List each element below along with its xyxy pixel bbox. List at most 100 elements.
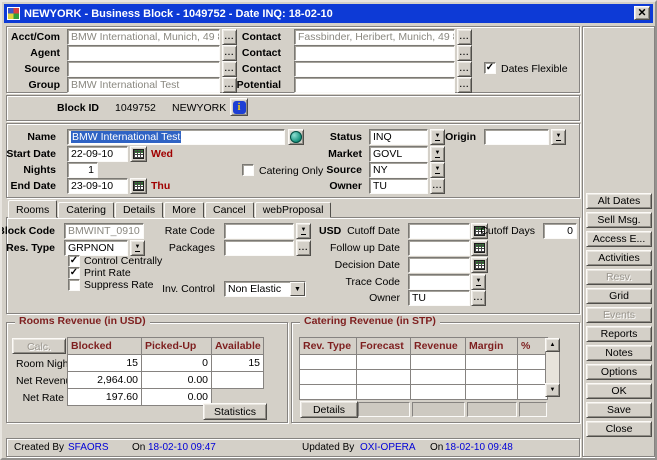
market-lov-button[interactable]: ▼: [430, 146, 445, 162]
decision-calendar-button[interactable]: [471, 257, 488, 273]
scroll-down-button[interactable]: ▼: [545, 383, 560, 397]
end-date-field[interactable]: 23-09-10: [67, 178, 128, 194]
updated-on-value: 18-02-10 09:48: [445, 440, 513, 456]
source-lookup-button[interactable]: ...: [222, 61, 237, 77]
trace-code-field[interactable]: [408, 274, 470, 290]
owner-lookup-button[interactable]: ...: [430, 178, 445, 194]
origin-lov-button[interactable]: ▼: [551, 129, 566, 145]
catering-only-checkbox[interactable]: [242, 164, 254, 176]
contact2-lookup-button[interactable]: ...: [457, 45, 472, 61]
cutoff-date-field[interactable]: [408, 223, 470, 239]
table-cell-empty: [465, 354, 518, 370]
reports-button[interactable]: Reports: [586, 326, 652, 342]
print-rate-checkbox[interactable]: ✓: [68, 267, 80, 279]
dropdown-icon: ▼: [556, 134, 562, 141]
table-cell: [211, 371, 264, 389]
suppress-rate-checkbox[interactable]: [68, 279, 80, 291]
close-window-button[interactable]: ✕: [634, 6, 650, 20]
group-lookup-button[interactable]: ...: [222, 77, 237, 93]
dropdown-icon: ▼: [301, 228, 307, 235]
status-lov-button[interactable]: ▼: [430, 129, 445, 145]
follow-up-calendar-button[interactable]: [471, 240, 488, 256]
contact1-lookup-button[interactable]: ...: [457, 29, 472, 45]
resort-value: NEWYORK: [172, 100, 226, 116]
resort-info-button[interactable]: i: [230, 98, 248, 116]
tab-rooms[interactable]: Rooms: [8, 200, 57, 218]
trace-code-lov-button[interactable]: ▼: [471, 274, 486, 290]
options-button[interactable]: Options: [586, 364, 652, 380]
alt-dates-button[interactable]: Alt Dates: [586, 193, 652, 209]
created-on-label: On: [132, 440, 145, 456]
close-button[interactable]: Close: [586, 421, 652, 437]
agent-field[interactable]: [67, 45, 220, 61]
follow-up-date-field[interactable]: [408, 240, 470, 256]
owner2-label: Owner: [369, 290, 400, 306]
notes-button[interactable]: Notes: [586, 345, 652, 361]
created-by-value: SFAORS: [68, 440, 109, 456]
acct-com-field[interactable]: BMW International, Munich, 49 8 215 6: [67, 29, 220, 45]
ok-button[interactable]: OK: [586, 383, 652, 399]
titlebar[interactable]: NEWYORK - Business Block - 1049752 - Dat…: [4, 4, 653, 23]
contact3-field[interactable]: [294, 61, 455, 77]
agent-lookup-button[interactable]: ...: [222, 45, 237, 61]
control-centrally-checkbox[interactable]: ✓: [68, 255, 80, 267]
owner2-lookup-button[interactable]: ...: [471, 290, 486, 306]
save-button[interactable]: Save: [586, 402, 652, 418]
block-code-field[interactable]: BMWINT_0910: [64, 223, 144, 239]
potential-field[interactable]: [294, 77, 455, 93]
table-cell: 15: [67, 354, 142, 372]
grid-button[interactable]: Grid: [586, 288, 652, 304]
statistics-button[interactable]: Statistics: [203, 403, 267, 420]
follow-up-date-label: Follow up Date: [330, 240, 400, 256]
acct-com-lookup-button[interactable]: ...: [222, 29, 237, 45]
created-by-label: Created By: [14, 440, 64, 456]
status-field[interactable]: INQ: [369, 129, 428, 145]
rate-code-lov-button[interactable]: ▼: [296, 223, 311, 239]
owner2-field[interactable]: TU: [408, 290, 470, 306]
start-date-calendar-button[interactable]: [130, 146, 147, 162]
owner-field[interactable]: TU: [369, 178, 428, 194]
end-date-calendar-button[interactable]: [130, 178, 147, 194]
details-button[interactable]: Details: [300, 401, 358, 418]
nights-field[interactable]: 1: [67, 162, 98, 178]
source-field[interactable]: [67, 61, 220, 77]
packages-field[interactable]: [224, 240, 294, 256]
contact1-field[interactable]: Fassbinder, Heribert, Munich, 49 8 125: [294, 29, 455, 45]
column-header: Margin: [465, 337, 518, 355]
tab-details[interactable]: Details: [115, 202, 163, 218]
calc-button: Calc.: [12, 338, 66, 354]
tab-more[interactable]: More: [164, 202, 204, 218]
scroll-up-button[interactable]: ▲: [545, 338, 560, 352]
source2-field[interactable]: NY: [369, 162, 428, 178]
tab-catering[interactable]: Catering: [58, 202, 114, 218]
potential-lookup-button[interactable]: ...: [457, 77, 472, 93]
activities-button[interactable]: Activities: [586, 250, 652, 266]
cutoff-days-field[interactable]: 0: [543, 223, 577, 239]
contact2-field[interactable]: [294, 45, 455, 61]
catering-revenue-title: Catering Revenue (in STP): [300, 315, 440, 327]
start-date-field[interactable]: 22-09-10: [67, 146, 128, 162]
column-header: Blocked: [67, 337, 142, 355]
checkmark-icon: ✓: [70, 267, 78, 278]
origin-field[interactable]: [484, 129, 549, 145]
access-excl-button[interactable]: Access E...: [586, 231, 652, 247]
market-field[interactable]: GOVL: [369, 146, 428, 162]
table-cell: 197.60: [67, 388, 142, 406]
sell-msg-button[interactable]: Sell Msg.: [586, 212, 652, 228]
inv-control-dropdown-button[interactable]: ▼: [290, 282, 305, 296]
dates-flexible-checkbox[interactable]: ✓: [484, 62, 496, 74]
calendar-icon: [474, 243, 485, 253]
source2-lov-button[interactable]: ▼: [430, 162, 445, 178]
tab-webproposal[interactable]: webProposal: [255, 202, 332, 218]
decision-date-field[interactable]: [408, 257, 470, 273]
contact3-lookup-button[interactable]: ...: [457, 61, 472, 77]
info-icon: i: [233, 101, 246, 114]
rate-code-field[interactable]: [224, 223, 294, 239]
inv-control-combo[interactable]: Non Elastic ▼: [224, 281, 306, 297]
translate-globe-button[interactable]: [288, 129, 304, 145]
tab-cancel[interactable]: Cancel: [205, 202, 254, 218]
group-field[interactable]: BMW International Test: [67, 77, 220, 93]
table-cell-empty: [465, 384, 518, 400]
packages-lookup-button[interactable]: ...: [296, 240, 311, 256]
name-field[interactable]: BMW International Test: [67, 129, 285, 145]
